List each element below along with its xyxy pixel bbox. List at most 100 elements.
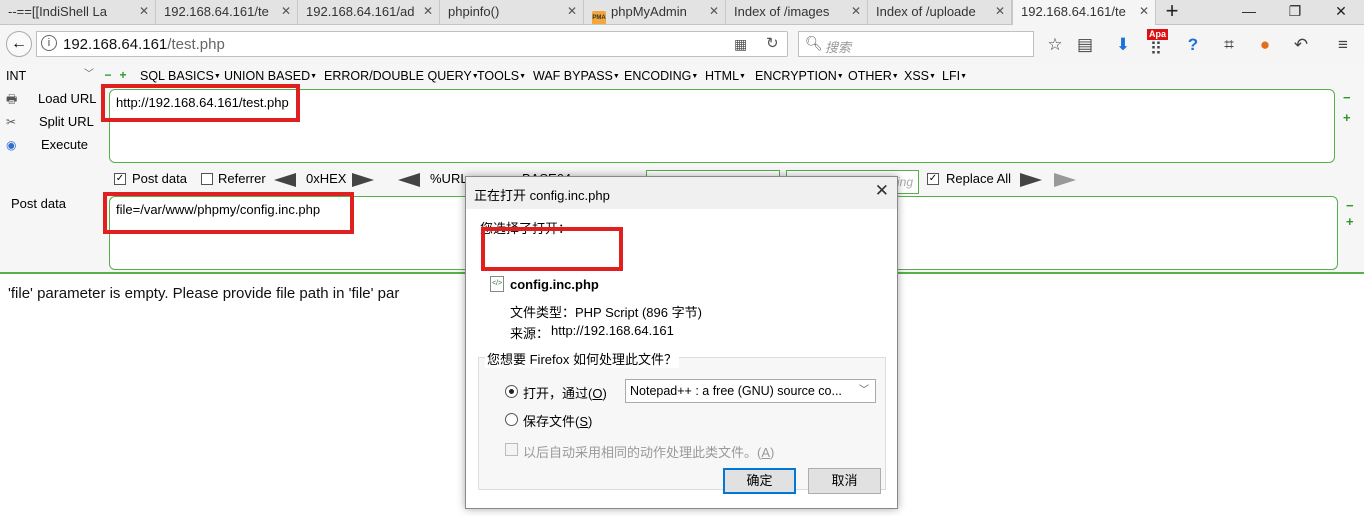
- close-window-button[interactable]: ✕: [1318, 0, 1364, 24]
- tab-phpinfo[interactable]: phpinfo() ✕: [440, 0, 584, 24]
- menu-label: OTHER: [848, 69, 892, 83]
- chevron-down-icon: ﹀: [859, 385, 869, 396]
- load-url-button[interactable]: 🖶 Load URL: [6, 89, 97, 109]
- application-select[interactable]: Notepad++ : a free (GNU) source co... ﹀: [625, 379, 876, 403]
- help-icon[interactable]: ?: [1182, 35, 1204, 55]
- file-type-value: PHP Script (896 字节): [575, 305, 702, 320]
- minus-icon[interactable]: −: [1346, 198, 1354, 213]
- post-data-checkbox[interactable]: ✓: [114, 173, 126, 185]
- tab-phpmyadmin[interactable]: PMA phpMyAdmin ✕: [584, 0, 726, 24]
- url-encode-label: %URL: [430, 171, 468, 186]
- crop-icon[interactable]: ⌗: [1218, 35, 1240, 55]
- tab-indishell[interactable]: --==[[IndiShell La ✕: [0, 0, 156, 24]
- reading-list-icon[interactable]: ▤: [1074, 35, 1096, 55]
- maximize-button[interactable]: ❐: [1272, 0, 1318, 24]
- close-icon[interactable]: ✕: [567, 0, 577, 23]
- info-icon[interactable]: i: [41, 35, 57, 51]
- cancel-button[interactable]: 取消: [808, 468, 881, 494]
- minus-icon[interactable]: −: [103, 69, 113, 81]
- open-with-label: 打开，通过(O): [523, 386, 607, 401]
- back-button[interactable]: ←: [6, 31, 32, 57]
- caret-icon: ▼: [691, 73, 699, 80]
- menu-label: HTML: [705, 69, 740, 83]
- chevron-down-icon: ﹀: [84, 69, 94, 80]
- tab-label: Index of /uploade: [876, 4, 976, 19]
- new-tab-button[interactable]: +: [1160, 0, 1184, 24]
- referrer-checkbox[interactable]: [201, 173, 213, 185]
- menu-lfi[interactable]: LFI▼: [942, 67, 967, 86]
- menu-tools[interactable]: TOOLS▼: [477, 67, 526, 86]
- type-select[interactable]: INT ﹀: [6, 67, 96, 85]
- caret-icon: ▼: [310, 73, 318, 80]
- menu-encryption[interactable]: ENCRYPTION▼: [755, 67, 844, 86]
- menu-waf-bypass[interactable]: WAF BYPASS▼: [533, 67, 620, 86]
- close-icon[interactable]: ✕: [139, 0, 149, 23]
- menu-label: WAF BYPASS: [533, 69, 613, 83]
- url-domain: 192.168.64.161: [63, 36, 168, 53]
- arrow-right-icon[interactable]: [352, 173, 374, 187]
- plus-icon[interactable]: +: [1346, 214, 1354, 229]
- menu-error-double-query[interactable]: ERROR/DOUBLE QUERY▼: [324, 67, 479, 86]
- plus-icon[interactable]: −: [1343, 90, 1351, 105]
- auto-action-label: 以后自动采用相同的动作处理此类文件。(A): [523, 445, 775, 460]
- scissors-icon: ✂: [6, 115, 17, 129]
- tab-label: 192.168.64.161/te: [1021, 4, 1126, 19]
- undo-icon[interactable]: ↶: [1290, 35, 1312, 55]
- open-with-text: 打开，通过: [523, 386, 589, 401]
- firefox-icon[interactable]: ●: [1254, 35, 1276, 55]
- qr-code-icon[interactable]: ▦: [734, 36, 747, 53]
- download-icon[interactable]: ⬇: [1112, 35, 1134, 55]
- close-icon[interactable]: ✕: [995, 0, 1005, 23]
- split-url-button[interactable]: ✂ Split URL: [6, 112, 94, 132]
- auto-accesskey: A: [761, 445, 771, 460]
- post-data-label: Post data: [11, 196, 66, 211]
- close-icon[interactable]: ✕: [709, 0, 719, 23]
- ok-button[interactable]: 确定: [723, 468, 796, 494]
- tab-uploads[interactable]: Index of /uploade ✕: [868, 0, 1012, 24]
- execute-button[interactable]: ◉ Execute: [6, 135, 88, 155]
- bookmark-star-icon[interactable]: ☆: [1044, 35, 1066, 55]
- printer-icon: 🖶: [6, 92, 18, 106]
- save-file-radio[interactable]: [505, 413, 518, 426]
- search-input[interactable]: 🔍︎ 搜索: [798, 31, 1034, 57]
- close-icon[interactable]: ✕: [851, 0, 861, 23]
- caret-icon: ▼: [612, 73, 620, 80]
- tab-label: 192.168.64.161/ad: [306, 4, 415, 19]
- field-placeholder: ing: [897, 175, 914, 189]
- tab-test-active[interactable]: 192.168.64.161/te ✕: [1012, 0, 1156, 25]
- url-bar[interactable]: i 192.168.64.161/test.php ▦ ↻: [36, 31, 788, 57]
- tab-label: --==[[IndiShell La: [8, 4, 108, 19]
- addon-icon[interactable]: Apa ⣿: [1145, 29, 1169, 55]
- minimize-button[interactable]: —: [1226, 0, 1272, 24]
- tab-images[interactable]: Index of /images ✕: [726, 0, 868, 24]
- close-icon[interactable]: ✕: [281, 0, 291, 23]
- dialog-title: 正在打开 config.inc.php: [474, 188, 610, 203]
- arrow-right-icon[interactable]: [1054, 173, 1076, 187]
- tab-admin[interactable]: 192.168.64.161/ad ✕: [298, 0, 440, 24]
- arrow-left-icon[interactable]: [398, 173, 420, 187]
- execute-label: Execute: [41, 137, 88, 152]
- caret-icon: ▼: [519, 73, 527, 80]
- menu-encoding[interactable]: ENCODING▼: [624, 67, 698, 86]
- auto-action-checkbox[interactable]: [505, 443, 518, 456]
- reload-icon[interactable]: ↻: [766, 34, 779, 52]
- menu-other[interactable]: OTHER▼: [848, 67, 899, 86]
- close-icon[interactable]: ✕: [423, 0, 433, 23]
- caret-icon: ▼: [213, 73, 221, 80]
- plus-icon[interactable]: +: [1343, 110, 1351, 125]
- menu-icon[interactable]: ≡: [1332, 35, 1354, 55]
- menu-xss[interactable]: XSS▼: [904, 67, 936, 86]
- arrow-right-icon[interactable]: [1020, 173, 1042, 187]
- close-icon[interactable]: ✕: [1139, 0, 1149, 23]
- menu-html[interactable]: HTML▼: [705, 67, 746, 86]
- open-with-radio[interactable]: [505, 385, 518, 398]
- tab-test-1[interactable]: 192.168.64.161/te ✕: [156, 0, 298, 24]
- plus-icon[interactable]: +: [118, 69, 128, 81]
- menu-label: SQL BASICS: [140, 69, 214, 83]
- arrow-left-icon[interactable]: [274, 173, 296, 187]
- replace-all-label: Replace All: [946, 171, 1012, 186]
- post-data-option-label: Post data: [132, 171, 187, 186]
- replace-all-checkbox[interactable]: ✓: [927, 173, 939, 185]
- application-value: Notepad++ : a free (GNU) source co...: [630, 384, 842, 398]
- close-icon[interactable]: ✕: [875, 181, 889, 201]
